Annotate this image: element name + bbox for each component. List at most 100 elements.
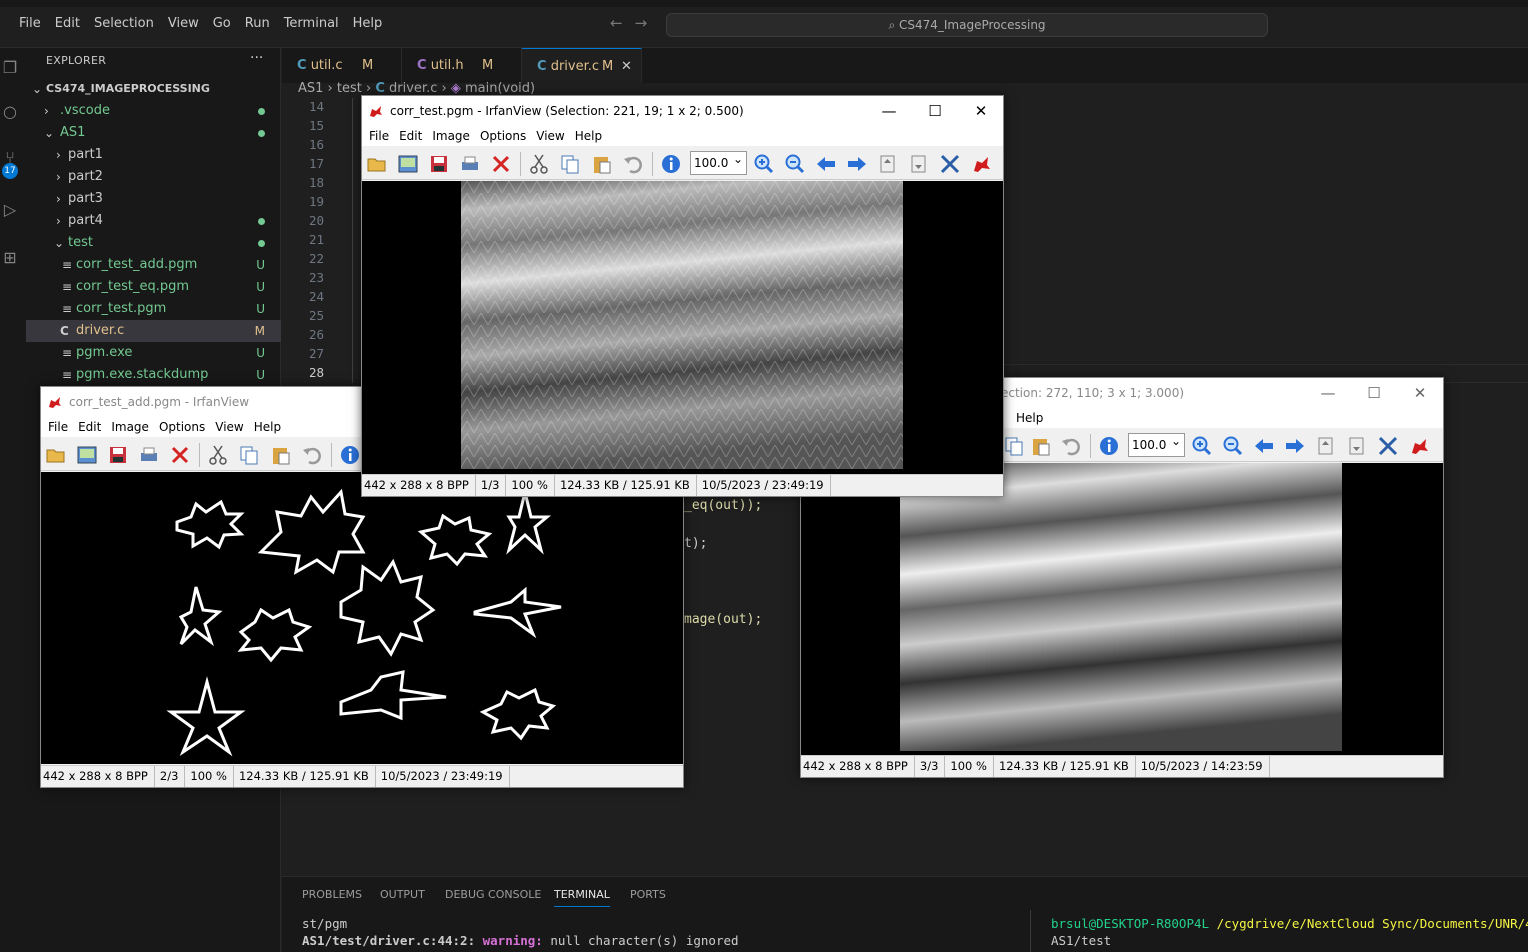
menu-options[interactable]: Options <box>154 420 210 434</box>
tree-item-test[interactable]: ⌄ test <box>26 232 281 254</box>
close-icon[interactable]: ✕ <box>621 49 632 84</box>
image-canvas[interactable] <box>801 463 1443 757</box>
settings-tools-icon[interactable] <box>1377 435 1399 457</box>
info-icon[interactable] <box>1098 435 1120 457</box>
zoom-select[interactable]: 100.0 <box>1128 430 1185 457</box>
menu-help[interactable]: Help <box>346 16 390 31</box>
panel-tab-problems[interactable]: PROBLEMS <box>302 888 362 901</box>
menu-image[interactable]: Image <box>106 420 154 434</box>
menu-run[interactable]: Run <box>238 16 277 31</box>
extensions-icon[interactable]: ⊞ <box>0 248 20 268</box>
info-icon[interactable] <box>339 444 361 466</box>
menu-help[interactable]: Help <box>1011 411 1048 425</box>
paste-icon[interactable] <box>1030 435 1052 457</box>
save-icon[interactable] <box>428 153 450 175</box>
previous-arrow-icon[interactable] <box>1253 435 1275 457</box>
thumbnails-icon[interactable] <box>397 153 419 175</box>
print-icon[interactable] <box>459 153 481 175</box>
panel-tab-output[interactable]: OUTPUT <box>380 888 425 901</box>
menu-edit[interactable]: Edit <box>394 129 427 143</box>
code-line[interactable]: t); <box>684 536 707 551</box>
next-arrow-icon[interactable] <box>846 153 868 175</box>
save-icon[interactable] <box>107 444 129 466</box>
menu-view[interactable]: View <box>210 420 248 434</box>
next-arrow-icon[interactable] <box>1284 435 1306 457</box>
breadcrumb-as1[interactable]: AS1 <box>298 81 323 96</box>
panel-tab-ports[interactable]: PORTS <box>630 888 666 901</box>
close-button[interactable]: ✕ <box>1397 378 1443 408</box>
info-icon[interactable] <box>660 153 682 175</box>
zoom-in-icon[interactable] <box>753 153 775 175</box>
tree-item-file[interactable]: ≡ corr_test_add.pgm U <box>26 254 281 276</box>
menu-view[interactable]: View <box>531 129 569 143</box>
command-center[interactable]: ⌕ CS474_ImageProcessing <box>666 13 1268 37</box>
tree-item-file[interactable]: ≡ pgm.exe U <box>26 342 281 364</box>
previous-arrow-icon[interactable] <box>815 153 837 175</box>
tab-util-h[interactable]: C util.h M <box>402 48 522 83</box>
zoom-in-icon[interactable] <box>1191 435 1213 457</box>
menu-image[interactable]: Image <box>427 129 475 143</box>
breadcrumb-test[interactable]: test <box>337 81 362 96</box>
copy-icon[interactable] <box>559 153 581 175</box>
menu-edit[interactable]: Edit <box>73 420 106 434</box>
open-folder-icon[interactable] <box>366 153 388 175</box>
cut-icon[interactable] <box>528 153 550 175</box>
undo-icon[interactable] <box>301 444 323 466</box>
undo-icon[interactable] <box>1060 435 1082 457</box>
menu-edit[interactable]: Edit <box>48 16 87 31</box>
paste-icon[interactable] <box>591 153 613 175</box>
breadcrumb-file[interactable]: driver.c <box>389 81 437 96</box>
maximize-button[interactable]: ☐ <box>1351 378 1397 408</box>
copy-icon[interactable] <box>1003 435 1025 457</box>
forward-arrow-icon[interactable]: → <box>635 14 660 32</box>
code-line[interactable]: _eq(out)); <box>684 498 762 513</box>
tree-item-file[interactable]: ≡ corr_test.pgm U <box>26 298 281 320</box>
menu-file[interactable]: File <box>12 16 48 31</box>
minimize-button[interactable]: — <box>1305 378 1351 408</box>
tree-item-as1[interactable]: ⌄ AS1 <box>26 122 281 144</box>
undo-icon[interactable] <box>622 153 644 175</box>
run-debug-icon[interactable]: ▷ <box>0 200 20 220</box>
menu-file[interactable]: File <box>364 129 394 143</box>
explorer-icon[interactable]: ❐ <box>0 58 20 78</box>
cut-icon[interactable] <box>207 444 229 466</box>
tab-util-c[interactable]: C util.c M <box>282 48 402 83</box>
menu-help[interactable]: Help <box>249 420 286 434</box>
nav-arrows[interactable]: ←→ <box>610 14 659 32</box>
panel-tab-debug-console[interactable]: DEBUG CONSOLE <box>445 888 541 901</box>
menu-selection[interactable]: Selection <box>87 16 161 31</box>
tree-root[interactable]: ⌄ CS474_IMAGEPROCESSING <box>26 78 281 100</box>
image-canvas[interactable] <box>41 472 683 764</box>
menu-view[interactable]: View <box>161 16 206 31</box>
code-line[interactable]: mage(out); <box>684 612 762 627</box>
paste-icon[interactable] <box>270 444 292 466</box>
copy-icon[interactable] <box>238 444 260 466</box>
tree-item-vscode[interactable]: › .vscode <box>26 100 281 122</box>
tree-item-part1[interactable]: › part1 <box>26 144 281 166</box>
back-arrow-icon[interactable]: ← <box>610 14 635 32</box>
zoom-select[interactable]: 100.0 <box>690 148 747 175</box>
tree-item-file[interactable]: ≡ corr_test_eq.pgm U <box>26 276 281 298</box>
print-icon[interactable] <box>138 444 160 466</box>
menu-go[interactable]: Go <box>206 16 238 31</box>
minimize-button[interactable]: — <box>866 96 912 126</box>
menu-help[interactable]: Help <box>570 129 607 143</box>
first-page-icon[interactable] <box>877 153 899 175</box>
open-folder-icon[interactable] <box>45 444 67 466</box>
last-page-icon[interactable] <box>1346 435 1368 457</box>
panel-tab-terminal[interactable]: TERMINAL <box>554 888 610 907</box>
menu-terminal[interactable]: Terminal <box>277 16 346 31</box>
irfanview-window-main[interactable]: corr_test.pgm - IrfanView (Selection: 22… <box>361 95 1004 497</box>
search-view-icon[interactable]: ○ <box>0 102 20 122</box>
tree-item-file[interactable]: ≡ pgm.exe.stackdump U <box>26 364 281 386</box>
zoom-out-icon[interactable] <box>784 153 806 175</box>
irfanview-logo-icon[interactable] <box>970 153 992 175</box>
tree-item-part3[interactable]: › part3 <box>26 188 281 210</box>
maximize-button[interactable]: ☐ <box>912 96 958 126</box>
menu-options[interactable]: Options <box>475 129 531 143</box>
delete-icon[interactable] <box>169 444 191 466</box>
first-page-icon[interactable] <box>1315 435 1337 457</box>
tree-item-file-selected[interactable]: Cdriver.c M <box>26 320 281 342</box>
settings-tools-icon[interactable] <box>939 153 961 175</box>
delete-icon[interactable] <box>490 153 512 175</box>
